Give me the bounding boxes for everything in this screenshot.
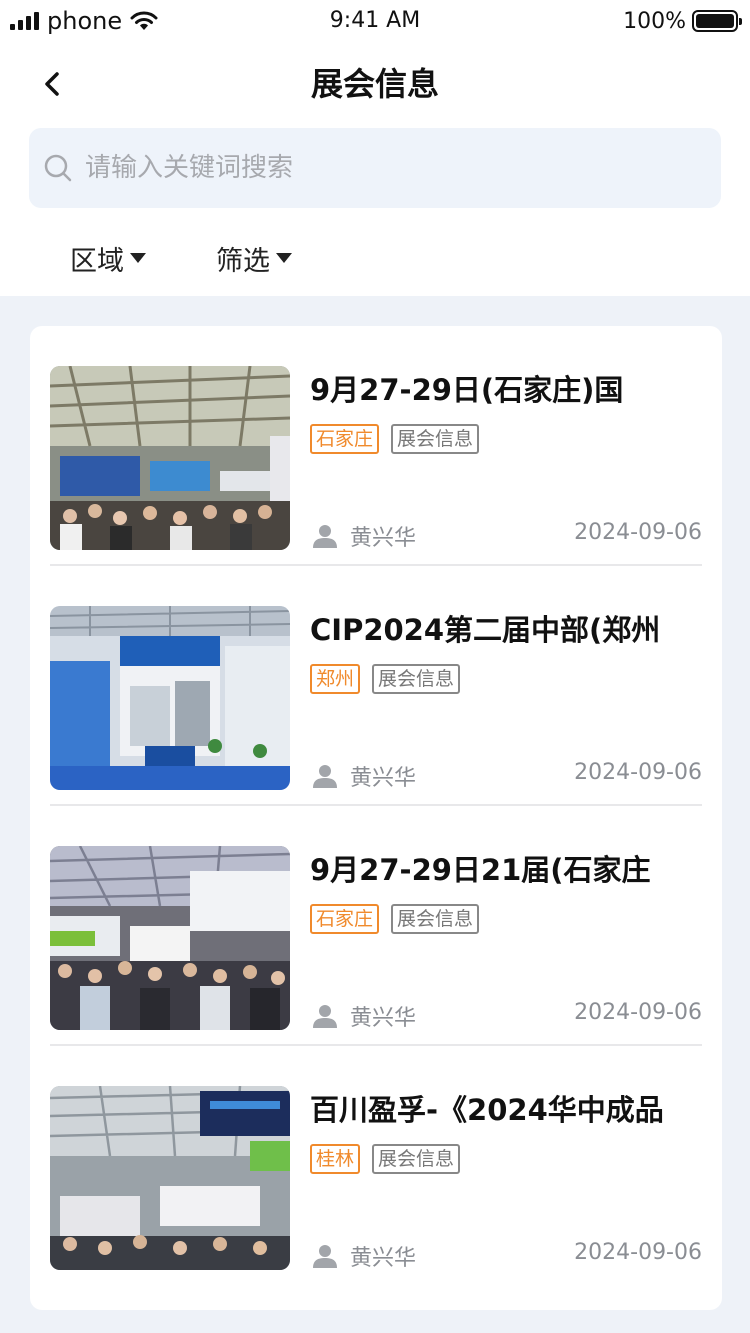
author: 黄兴华 bbox=[312, 1240, 416, 1272]
user-icon bbox=[313, 525, 337, 548]
nav-bar: 展会信息 bbox=[0, 52, 750, 116]
filter-options-label: 筛选 bbox=[216, 245, 270, 277]
category-tag: 展会信息 bbox=[391, 904, 480, 934]
user-icon bbox=[313, 1245, 337, 1268]
author: 黄兴华 bbox=[312, 520, 416, 552]
list-item[interactable]: CIP2024第二届中部(郑州 郑州 展会信息 黄兴华 2024-09-06 bbox=[50, 566, 702, 806]
exhibition-title: CIP2024第二届中部(郑州 bbox=[310, 613, 661, 647]
header-area: phone 9:41 AM 100% 展会信息 区域 bbox=[0, 0, 750, 296]
city-tag: 桂林 bbox=[310, 1144, 361, 1174]
publish-date: 2024-09-06 bbox=[574, 1240, 702, 1265]
author: 黄兴华 bbox=[312, 1000, 416, 1032]
list-item[interactable]: 百川盈孚-《2024华中成品 桂林 展会信息 黄兴华 2024-09-06 bbox=[50, 1046, 702, 1286]
user-icon bbox=[313, 765, 337, 788]
tag-group: 石家庄 展会信息 bbox=[310, 904, 491, 934]
tag-group: 桂林 展会信息 bbox=[310, 1144, 472, 1174]
city-tag: 石家庄 bbox=[310, 424, 380, 454]
page-title: 展会信息 bbox=[310, 65, 439, 103]
filter-bar: 区域 筛选 bbox=[70, 236, 292, 280]
publish-date: 2024-09-06 bbox=[574, 1000, 702, 1025]
filter-region[interactable]: 区域 bbox=[70, 236, 146, 280]
exhibition-title: 9月27-29日(石家庄)国 bbox=[310, 373, 624, 407]
author-name: 黄兴华 bbox=[350, 1006, 417, 1031]
caret-down-icon bbox=[130, 253, 146, 263]
city-tag: 石家庄 bbox=[310, 904, 380, 934]
author: 黄兴华 bbox=[312, 760, 416, 792]
author-name: 黄兴华 bbox=[350, 1246, 417, 1271]
search-icon bbox=[44, 154, 72, 182]
author-name: 黄兴华 bbox=[350, 766, 417, 791]
tag-group: 石家庄 展会信息 bbox=[310, 424, 491, 454]
category-tag: 展会信息 bbox=[372, 1144, 461, 1174]
exhibition-photo bbox=[50, 846, 290, 1030]
exhibition-title: 百川盈孚-《2024华中成品 bbox=[310, 1093, 664, 1127]
caret-down-icon bbox=[276, 253, 292, 263]
filter-region-label: 区域 bbox=[70, 245, 124, 277]
exhibition-list: 9月27-29日(石家庄)国 石家庄 展会信息 黄兴华 2024-09-06 C… bbox=[30, 326, 722, 1310]
search-input[interactable] bbox=[85, 153, 685, 183]
category-tag: 展会信息 bbox=[391, 424, 480, 454]
exhibition-title: 9月27-29日21届(石家庄 bbox=[310, 853, 651, 887]
author-name: 黄兴华 bbox=[350, 526, 417, 551]
city-tag: 郑州 bbox=[310, 664, 361, 694]
battery-icon bbox=[692, 10, 742, 32]
exhibition-photo bbox=[50, 1086, 290, 1270]
exhibition-photo bbox=[50, 606, 290, 790]
status-right: 100% bbox=[623, 6, 742, 36]
status-bar: phone 9:41 AM 100% bbox=[0, 0, 750, 44]
filter-options[interactable]: 筛选 bbox=[216, 236, 292, 280]
publish-date: 2024-09-06 bbox=[574, 760, 702, 785]
search-bar[interactable] bbox=[29, 128, 721, 208]
exhibition-photo bbox=[50, 366, 290, 550]
user-icon bbox=[313, 1005, 337, 1028]
battery-percentage: 100% bbox=[623, 8, 686, 34]
publish-date: 2024-09-06 bbox=[574, 520, 702, 545]
list-item[interactable]: 9月27-29日21届(石家庄 石家庄 展会信息 黄兴华 2024-09-06 bbox=[50, 806, 702, 1046]
category-tag: 展会信息 bbox=[372, 664, 461, 694]
tag-group: 郑州 展会信息 bbox=[310, 664, 472, 694]
list-item[interactable]: 9月27-29日(石家庄)国 石家庄 展会信息 黄兴华 2024-09-06 bbox=[50, 326, 702, 566]
